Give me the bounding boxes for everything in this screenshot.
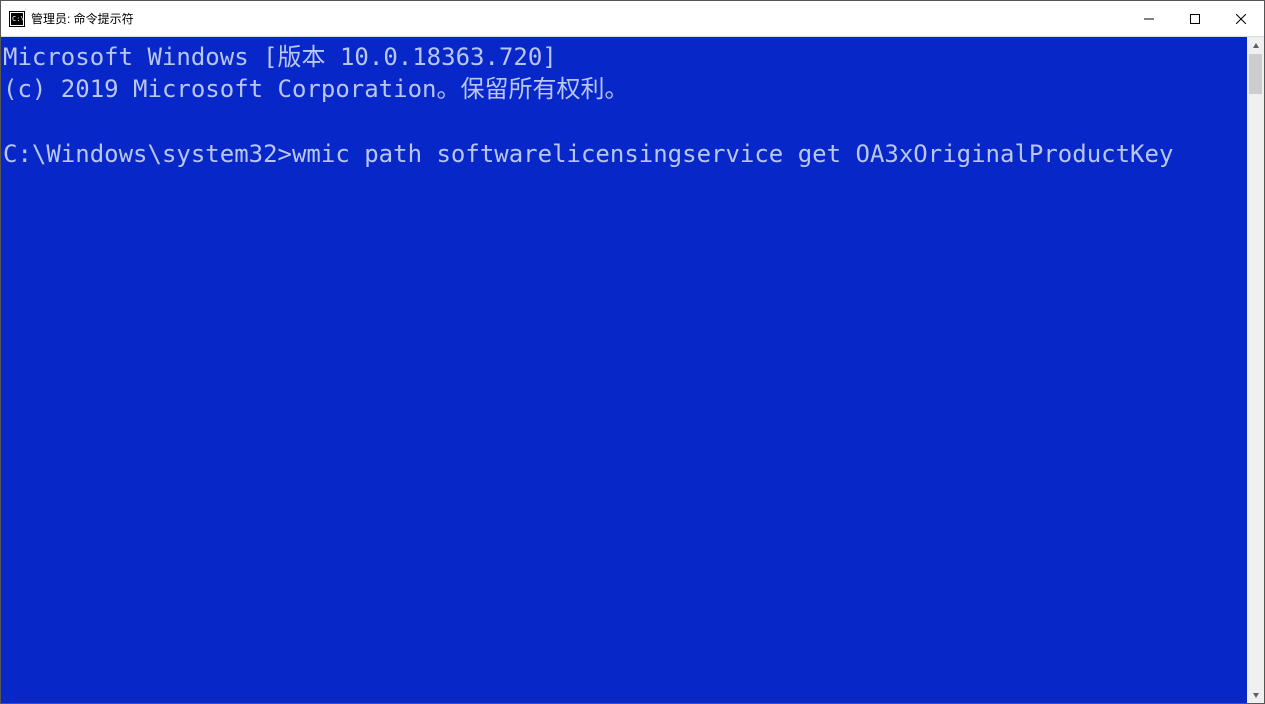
vertical-scrollbar[interactable] bbox=[1247, 37, 1264, 703]
window-frame: C:\ 管理员: 命令提示符 Microsoft Windows [版本 10.… bbox=[0, 0, 1265, 704]
terminal-container: Microsoft Windows [版本 10.0.18363.720] (c… bbox=[1, 37, 1264, 703]
minimize-button[interactable] bbox=[1126, 1, 1172, 36]
output-line-version: Microsoft Windows [版本 10.0.18363.720] bbox=[3, 43, 557, 71]
window-title: 管理员: 命令提示符 bbox=[31, 10, 134, 27]
maximize-button[interactable] bbox=[1172, 1, 1218, 36]
terminal-output[interactable]: Microsoft Windows [版本 10.0.18363.720] (c… bbox=[1, 37, 1247, 703]
titlebar[interactable]: C:\ 管理员: 命令提示符 bbox=[1, 1, 1264, 37]
close-button[interactable] bbox=[1218, 1, 1264, 36]
titlebar-left: C:\ 管理员: 命令提示符 bbox=[1, 10, 134, 27]
scroll-up-arrow-icon[interactable] bbox=[1247, 37, 1264, 54]
window-controls bbox=[1126, 1, 1264, 36]
svg-text:C:\: C:\ bbox=[12, 15, 25, 23]
cmd-icon: C:\ bbox=[9, 11, 25, 27]
scroll-track[interactable] bbox=[1247, 54, 1264, 686]
prompt: C:\Windows\system32> bbox=[3, 140, 292, 168]
scroll-down-arrow-icon[interactable] bbox=[1247, 686, 1264, 703]
output-line-copyright: (c) 2019 Microsoft Corporation。保留所有权利。 bbox=[3, 75, 628, 103]
scroll-thumb[interactable] bbox=[1249, 54, 1262, 94]
command-text: wmic path softwarelicensingservice get O… bbox=[292, 140, 1173, 168]
